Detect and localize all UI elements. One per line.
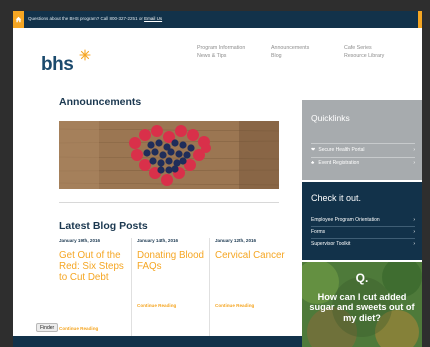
quicklinks-divider: [311, 157, 415, 158]
announcement-hero-image[interactable]: [59, 121, 279, 189]
chevron-right-icon: ›: [413, 160, 415, 166]
post-separator: [131, 238, 132, 342]
quicklink-event-registration[interactable]: ♣ Event Registration ›: [311, 160, 415, 170]
promo-q: Q.: [355, 271, 369, 285]
check-divider: [311, 238, 415, 239]
quicklink-label: Event Registration: [318, 160, 360, 166]
post-title-link[interactable]: Donating Blood FAQs: [137, 250, 207, 273]
announcements-heading: Announcements: [59, 96, 142, 108]
nav-column-3: Cafe Series Resource Library: [344, 44, 384, 60]
post-title-link[interactable]: Get Out of the Red: Six Steps to Cut Deb…: [59, 250, 129, 283]
nav-announcements[interactable]: Announcements: [271, 44, 309, 52]
continue-reading-link[interactable]: Continue Reading: [59, 326, 98, 331]
check-it-out-panel: Check it out. Employee Program Orientati…: [302, 182, 422, 260]
post-date: January 14th, 2016: [137, 238, 179, 243]
nav-program-information[interactable]: Program Information: [197, 44, 245, 52]
quicklinks-divider: [311, 143, 415, 144]
continue-reading-link[interactable]: Continue Reading: [137, 303, 176, 308]
bhs-logo[interactable]: bhs: [41, 49, 101, 75]
link-supervisor-toolkit[interactable]: Supervisor Toolkit ›: [311, 241, 415, 251]
logo-text: bhs: [41, 54, 74, 75]
home-icon: [15, 16, 22, 23]
nav-cafe-series[interactable]: Cafe Series: [344, 44, 384, 52]
heart-icon: ❤: [311, 147, 316, 153]
email-us-link[interactable]: Email Us: [144, 16, 162, 21]
footer-bar: [13, 336, 302, 347]
nav-news-tips[interactable]: News & Tips: [197, 52, 245, 60]
contact-message-text: Questions about the BHS program? Call 80…: [28, 16, 143, 21]
sugar-question-promo[interactable]: Q. How can I cut added sugar and sweets …: [302, 262, 422, 347]
check-divider: [311, 226, 415, 227]
chevron-right-icon: ›: [413, 241, 415, 247]
people-icon: ♣: [311, 160, 315, 166]
check-link-label: Forms: [311, 229, 326, 235]
topbar-accent: [418, 11, 422, 28]
blog-post: January 14th, 2016 Donating Blood FAQs: [137, 238, 207, 273]
post-separator: [209, 238, 210, 342]
blog-heading: Latest Blog Posts: [59, 220, 148, 232]
logo-star-icon: [79, 49, 91, 61]
check-link-label: Employee Program Orientation: [311, 217, 380, 223]
blog-post: January 19th, 2016 Get Out of the Red: S…: [59, 238, 129, 283]
nav-column-2: Announcements Blog: [271, 44, 309, 60]
post-date: January 19th, 2016: [59, 238, 101, 243]
check-link-label: Supervisor Toolkit: [311, 241, 351, 247]
nav-blog[interactable]: Blog: [271, 52, 309, 60]
section-divider: [59, 202, 279, 203]
chevron-right-icon: ›: [413, 229, 415, 235]
chevron-right-icon: ›: [413, 147, 415, 153]
home-button[interactable]: [13, 11, 24, 28]
blog-post: January 12th, 2016 Cervical Cancer: [215, 238, 285, 262]
chevron-right-icon: ›: [413, 217, 415, 223]
post-date: January 12th, 2016: [215, 238, 257, 243]
contact-message: Questions about the BHS program? Call 80…: [28, 16, 162, 21]
post-title-link[interactable]: Cervical Cancer: [215, 250, 285, 262]
quicklink-secure-health-portal[interactable]: ❤ Secure Health Portal ›: [311, 147, 415, 157]
browser-page: Questions about the BHS program? Call 80…: [13, 11, 422, 347]
top-contact-bar: Questions about the BHS program? Call 80…: [13, 11, 422, 28]
nav-resource-library[interactable]: Resource Library: [344, 52, 384, 60]
finder-tooltip: Finder: [36, 323, 59, 332]
promo-question: How can I cut added sugar and sweets out…: [309, 292, 415, 323]
quicklinks-heading: Quicklinks: [311, 113, 350, 123]
continue-reading-link[interactable]: Continue Reading: [215, 303, 254, 308]
nav-column-1: Program Information News & Tips: [197, 44, 245, 60]
berry-heart-illustration: [59, 121, 279, 189]
check-it-out-heading: Check it out.: [311, 193, 362, 203]
quicklink-label: Secure Health Portal: [318, 147, 365, 153]
quicklinks-panel: Quicklinks ❤ Secure Health Portal › ♣ Ev…: [302, 100, 422, 180]
